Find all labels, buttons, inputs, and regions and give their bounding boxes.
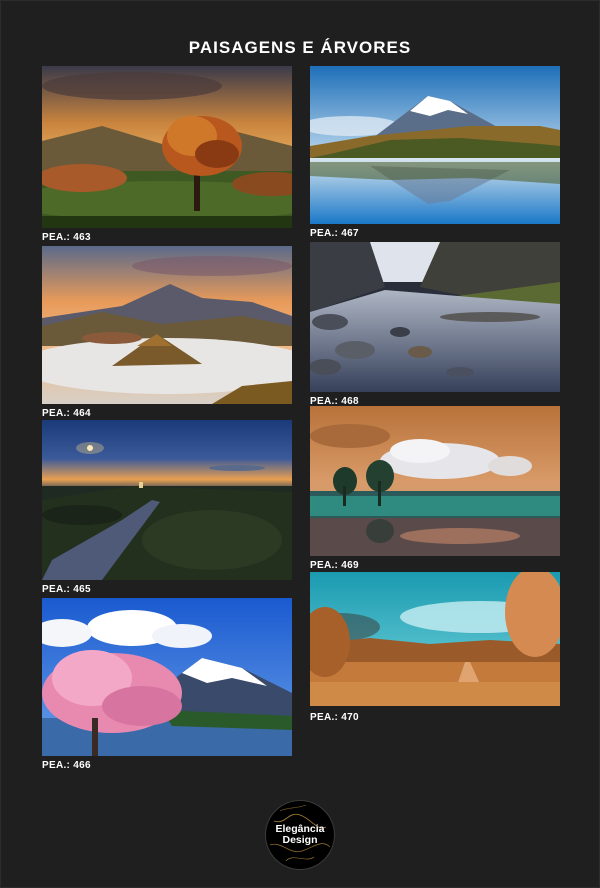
night-road-moon-photo xyxy=(42,420,292,580)
product-code: PEA.: 467 xyxy=(310,228,359,239)
autumn-path-photo xyxy=(310,572,560,706)
photo-card[interactable] xyxy=(42,66,292,228)
elegancia-design-logo: Elegância Design xyxy=(266,801,334,869)
photo-card[interactable] xyxy=(42,598,292,756)
product-code: PEA.: 466 xyxy=(42,760,91,771)
volcano-sunrise-photo xyxy=(42,246,292,404)
photo-card[interactable] xyxy=(310,406,560,556)
product-code: PEA.: 470 xyxy=(310,712,359,723)
snow-mountain-lake-photo xyxy=(310,66,560,224)
photo-card[interactable] xyxy=(310,242,560,392)
product-code: PEA.: 465 xyxy=(42,584,91,595)
rocky-river-valley-photo xyxy=(310,242,560,392)
product-code: PEA.: 464 xyxy=(42,408,91,419)
cherry-blossom-mountain-photo xyxy=(42,598,292,756)
product-code: PEA.: 463 xyxy=(42,232,91,243)
photo-card[interactable] xyxy=(42,420,292,580)
page-title: PAISAGENS E ÁRVORES xyxy=(188,38,412,57)
autumn-tree-photo xyxy=(42,66,292,228)
logo-text: Elegância Design xyxy=(266,801,334,869)
photo-card[interactable] xyxy=(310,66,560,224)
logo-line-2: Design xyxy=(282,834,318,846)
photo-card[interactable] xyxy=(310,572,560,706)
product-code: PEA.: 469 xyxy=(310,560,359,571)
photo-card[interactable] xyxy=(42,246,292,404)
cypress-lake-clouds-photo xyxy=(310,406,560,556)
